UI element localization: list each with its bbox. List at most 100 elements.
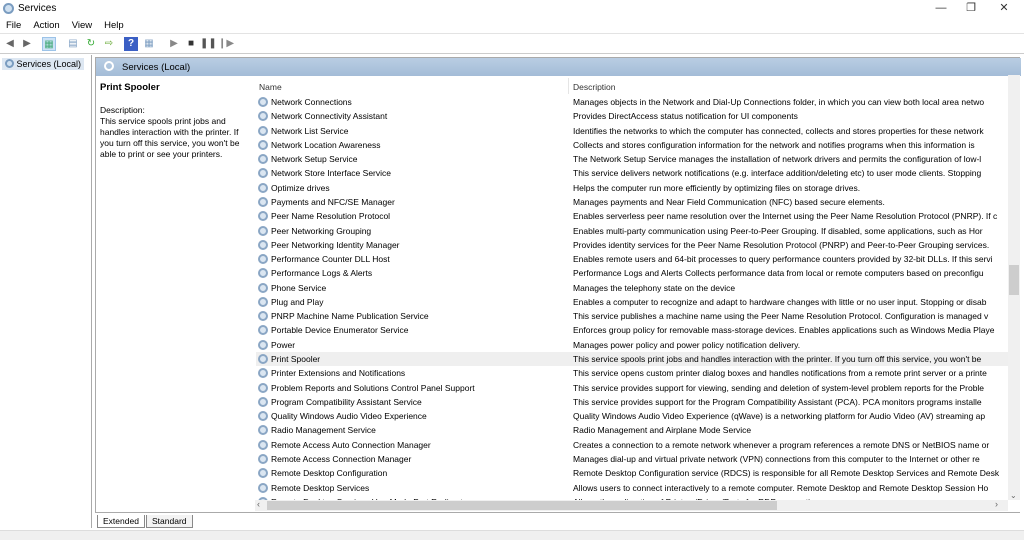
service-name: Remote Access Auto Connection Manager: [271, 439, 431, 450]
scroll-right-icon[interactable]: ›: [995, 499, 998, 509]
service-description: Remote Desktop Configuration service (RD…: [573, 468, 1000, 479]
show-action-pane-icon[interactable]: ▦: [142, 37, 156, 51]
gear-icon: [258, 211, 268, 222]
column-header-name[interactable]: Name ^: [256, 78, 569, 94]
service-row[interactable]: Remote Access Connection Manager Manages …: [256, 452, 1008, 466]
service-row[interactable]: Network Store Interface Service This serv…: [256, 166, 1008, 180]
service-name: Problem Reports and Solutions Control Pa…: [271, 382, 475, 393]
service-name: Program Compatibility Assistant Service: [271, 396, 422, 407]
service-description: Enforces group policy for removable mass…: [573, 325, 995, 336]
close-button[interactable]: ✕: [988, 0, 1020, 18]
service-name: Phone Service: [271, 282, 327, 293]
service-row[interactable]: Performance Counter DLL Host Enables remo…: [256, 252, 1008, 266]
resume-service-icon[interactable]: ❙▶: [218, 37, 234, 51]
service-row[interactable]: Quality Windows Audio Video Experience Qu…: [256, 409, 1008, 423]
tab-standard[interactable]: Standard: [146, 515, 193, 528]
toolbar: ◀ ▶ ▦ ▤ ↻ ⇨ ? ▦ ▶ ■ ❚❚ ❙▶: [0, 34, 1024, 54]
gear-icon: [258, 97, 268, 107]
forward-arrow-icon[interactable]: ▶: [20, 37, 34, 51]
service-row[interactable]: Performance Logs & Alerts Performance Log…: [256, 266, 1008, 280]
properties-icon[interactable]: ▤: [66, 37, 80, 51]
service-name: Optimize drives: [271, 182, 330, 193]
service-row[interactable]: Print Spooler This service spools print j…: [256, 352, 1008, 367]
service-name: Performance Counter DLL Host: [271, 254, 390, 265]
description-pane: Print Spooler Description: This service …: [100, 82, 250, 160]
service-row[interactable]: Radio Management Service Radio Management…: [256, 423, 1008, 437]
gear-icon: [258, 354, 268, 365]
service-row[interactable]: Network Connectivity Assistant Provides D…: [256, 109, 1008, 123]
service-row[interactable]: PNRP Machine Name Publication Service Thi…: [256, 309, 1008, 323]
service-name: Radio Management Service: [271, 425, 376, 436]
service-row[interactable]: Phone Service Manages the telephony state…: [256, 281, 1008, 295]
service-row[interactable]: Power Manages power policy and power poli…: [256, 338, 1008, 352]
menu-view[interactable]: View: [66, 18, 98, 33]
service-name: Peer Name Resolution Protocol: [271, 211, 391, 222]
service-row[interactable]: Peer Networking Identity Manager Provides…: [256, 238, 1008, 252]
window-title: Services: [18, 3, 57, 14]
services-panel: Services (Local) Print Spooler Descripti…: [95, 57, 1021, 513]
service-description: Allows users to connect interactively to…: [573, 482, 989, 493]
service-description: Manages dial-up and virtual private netw…: [573, 454, 980, 464]
tree-node-services-local[interactable]: Services (Local): [2, 58, 85, 70]
vertical-scrollbar[interactable]: ⌄: [1008, 75, 1020, 500]
service-row[interactable]: Portable Device Enumerator Service Enforc…: [256, 323, 1008, 337]
service-description: Creates a connection to a remote network…: [573, 439, 990, 450]
horizontal-scroll-thumb[interactable]: [267, 501, 778, 510]
service-name: Network Store Interface Service: [271, 168, 391, 179]
service-row[interactable]: Program Compatibility Assistant Service T…: [256, 395, 1008, 409]
service-row[interactable]: Peer Name Resolution Protocol Enables ser…: [256, 209, 1008, 223]
gear-icon: [258, 111, 268, 122]
service-row[interactable]: Optimize drives Helps the computer run mo…: [256, 181, 1008, 195]
gear-icon: [258, 339, 268, 350]
service-row[interactable]: Remote Desktop Services Allows users to c…: [256, 481, 1008, 495]
service-row[interactable]: Network Connections Manages objects in th…: [256, 95, 1008, 109]
service-name: Quality Windows Audio Video Experience: [271, 411, 427, 422]
maximize-button[interactable]: ❐: [955, 0, 987, 18]
services-list: Name ^ Description Network Connections Man…: [256, 78, 1008, 501]
gear-icon: [258, 182, 268, 193]
service-row[interactable]: Printer Extensions and Notifications This…: [256, 366, 1008, 380]
scroll-left-icon[interactable]: ‹: [257, 499, 260, 509]
menu-help[interactable]: Help: [98, 18, 130, 33]
minimize-button[interactable]: —: [925, 0, 957, 18]
menu-file[interactable]: File: [0, 18, 27, 33]
horizontal-scrollbar[interactable]: ‹ ›: [255, 499, 1008, 511]
title-bar: Services — ❐ ✕: [0, 0, 1024, 18]
services-app-icon: [3, 3, 14, 14]
tab-extended[interactable]: Extended: [97, 515, 145, 528]
refresh-icon[interactable]: ↻: [84, 37, 98, 51]
service-description: Provides DirectAccess status notificatio…: [573, 111, 798, 122]
services-icon: [5, 59, 14, 68]
gear-icon: [258, 154, 268, 165]
console-tree: Services (Local): [0, 55, 92, 528]
pause-service-icon[interactable]: ❚❚: [200, 37, 217, 51]
back-arrow-icon[interactable]: ◀: [3, 37, 17, 51]
scroll-down-icon[interactable]: ⌄: [1010, 491, 1017, 500]
column-header-description[interactable]: Description: [570, 78, 1008, 94]
vertical-scroll-thumb[interactable]: [1009, 265, 1019, 296]
service-row[interactable]: Network List Service Identifies the netwo…: [256, 124, 1008, 138]
service-row[interactable]: Payments and NFC/SE Manager Manages payme…: [256, 195, 1008, 209]
help-icon[interactable]: ?: [124, 37, 138, 51]
status-bar: [0, 530, 1024, 540]
service-description: Collects and stores configuration inform…: [573, 139, 975, 150]
service-row[interactable]: Network Setup Service The Network Setup S…: [256, 152, 1008, 166]
service-row[interactable]: Network Location Awareness Collects and s…: [256, 138, 1008, 152]
service-row[interactable]: Plug and Play Enables a computer to recog…: [256, 295, 1008, 309]
menu-action[interactable]: Action: [27, 18, 65, 33]
stop-service-icon[interactable]: ■: [184, 37, 198, 51]
gear-icon: [258, 125, 268, 136]
export-list-icon[interactable]: ⇨: [102, 37, 116, 51]
service-row[interactable]: Remote Access Auto Connection Manager Cre…: [256, 438, 1008, 452]
gear-icon: [258, 168, 268, 179]
service-row[interactable]: Peer Networking Grouping Enables multi-pa…: [256, 224, 1008, 238]
start-service-icon[interactable]: ▶: [167, 37, 181, 51]
service-row[interactable]: Problem Reports and Solutions Control Pa…: [256, 381, 1008, 395]
service-name: Peer Networking Grouping: [271, 225, 372, 236]
gear-icon: [258, 196, 268, 207]
show-console-tree-icon[interactable]: ▦: [42, 37, 56, 51]
description-text: This service spools print jobs and handl…: [100, 116, 240, 159]
service-row[interactable]: Remote Desktop Configuration Remote Deskt…: [256, 466, 1008, 480]
service-name: Portable Device Enumerator Service: [271, 325, 409, 336]
gear-icon: [258, 325, 268, 336]
